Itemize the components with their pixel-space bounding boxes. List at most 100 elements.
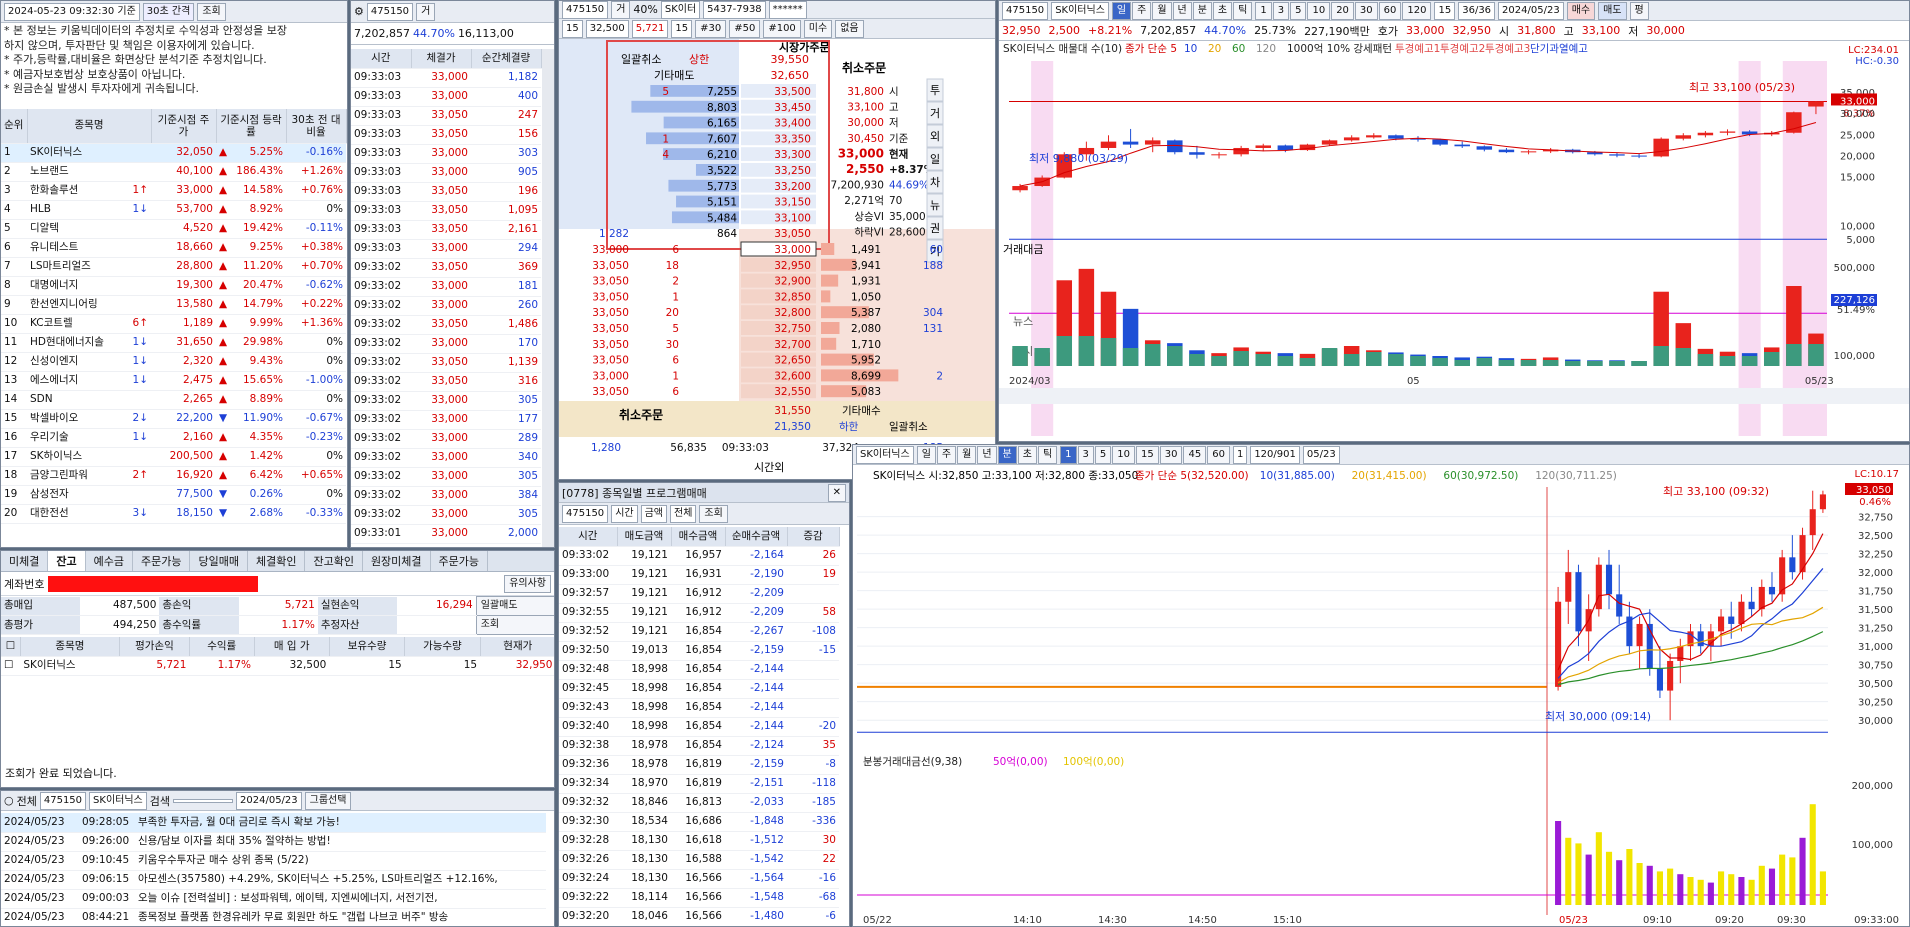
rank-row[interactable]: 3 한화솔루션 ↑ 1 33,000 ▲ 14.58% +0.76% — [1, 181, 346, 201]
period-button[interactable]: 초 — [1017, 445, 1037, 464]
side-tab-label[interactable]: 일 — [930, 152, 940, 166]
col-eval-pl[interactable]: 평가손익 — [119, 637, 190, 657]
trade-row[interactable]: 09:33:02 33,000 305 — [351, 505, 541, 525]
news-name-field[interactable]: SK이터닉스 — [89, 791, 147, 810]
trades-tag[interactable]: 거 — [416, 2, 436, 21]
program-row[interactable]: 09:32:40 18,998 16,854 -2,144 -20 — [559, 717, 839, 737]
period-button[interactable]: 년 — [1172, 1, 1192, 20]
num-button[interactable]: 10 — [1307, 1, 1331, 20]
program-row[interactable]: 09:32:50 19,013 16,854 -2,159 -15 — [559, 641, 839, 661]
sell-button[interactable]: 매도 — [1598, 1, 1627, 20]
num-button[interactable]: 5 — [1094, 445, 1112, 464]
cancel-buy-button[interactable]: 일괄취소 — [889, 420, 928, 433]
news-row[interactable]: 2024/05/23 09:06:15 아모센스(357580) +4.29%, S… — [1, 870, 546, 890]
period-button[interactable]: 초 — [1212, 1, 1233, 20]
col-diff[interactable]: 30초 전 대비율 — [286, 109, 347, 144]
rank-stock-name[interactable]: 삼성전자 — [30, 488, 69, 500]
period-button[interactable]: 틱 — [1037, 445, 1058, 464]
account-number-masked[interactable] — [48, 575, 259, 592]
rank-row[interactable]: 17 SK하이닉스 200,500 ▲ 1.42% 0% — [1, 447, 346, 467]
flat-button[interactable]: 평 — [1629, 1, 1649, 20]
rank-stock-name[interactable]: 에스에너지 — [30, 374, 78, 386]
num-button[interactable]: 120 — [1402, 1, 1432, 20]
num-button[interactable]: 3 — [1077, 445, 1094, 464]
rank-stock[interactable]: 대명에너지 — [27, 276, 151, 296]
rank-stock[interactable]: 한화솔루션 ↑ 1 — [27, 181, 151, 201]
period-button[interactable]: 일 — [916, 445, 936, 464]
daily-code-input[interactable]: 475150 — [1002, 1, 1049, 20]
rank-row[interactable]: 16 우리기술 ↓ 1 2,160 ▲ 4.35% -0.23% — [1, 428, 346, 448]
period-button[interactable]: 월 — [957, 445, 977, 464]
program-mode-time[interactable]: 시간 — [611, 504, 638, 523]
account-query-button[interactable]: 조회 — [475, 615, 554, 635]
news-date-input[interactable]: 2024/05/23 — [236, 791, 302, 810]
news-row[interactable]: 2024/05/23 09:26:00 신용/담보 이자를 최대 35% 절약하는 … — [1, 832, 546, 852]
program-row[interactable]: 09:33:02 19,121 16,957 -2,164 26 — [559, 546, 839, 566]
rank-stock[interactable]: 노브랜드 — [27, 162, 151, 182]
close-icon[interactable]: ✕ — [827, 483, 846, 502]
rank-row[interactable]: 19 삼성전자 77,500 ▼ 0.26% 0% — [1, 485, 346, 505]
program-row[interactable]: 09:32:30 18,534 16,686 -1,848 -336 — [559, 812, 839, 832]
rank-stock-name[interactable]: 박셀바이오 — [30, 412, 78, 424]
rank-row[interactable]: 1 SK이터닉스 32,050 ▲ 5.25% -0.16% — [1, 143, 346, 163]
side-tab-label[interactable]: 권 — [930, 222, 940, 235]
trade-row[interactable]: 09:33:02 33,000 170 — [351, 334, 541, 354]
news-filter-all[interactable]: 전체 — [17, 793, 37, 809]
rank-stock[interactable]: SK하이닉스 — [27, 447, 151, 467]
rank-stock-name[interactable]: 신성이엔지 — [30, 355, 78, 367]
orderbook-tag[interactable]: 거 — [611, 1, 631, 19]
select-all-checkbox[interactable]: ☐ — [1, 637, 21, 657]
trade-row[interactable]: 09:33:03 33,000 1,182 — [351, 68, 541, 88]
trade-row[interactable]: 09:33:03 33,000 303 — [351, 144, 541, 164]
sell-all-button[interactable]: 일괄매도 — [475, 596, 554, 616]
num-button[interactable]: 1 — [1255, 1, 1272, 20]
period-button[interactable]: 년 — [977, 445, 997, 464]
trade-row[interactable]: 09:33:02 33,000 384 — [351, 486, 541, 506]
num-button[interactable]: 3 — [1272, 1, 1290, 20]
col-avail-qty[interactable]: 가능수량 — [404, 637, 481, 657]
num-button[interactable]: 30 — [1354, 1, 1378, 20]
trades-code-input[interactable]: 475150 — [366, 2, 414, 21]
num-button[interactable]: 1 — [1060, 445, 1077, 464]
account-tab[interactable]: 원장미체결 — [363, 551, 431, 571]
trade-row[interactable]: 09:33:02 33,050 316 — [351, 372, 541, 392]
daily-date[interactable]: 2024/05/23 — [1498, 1, 1564, 20]
minute-date[interactable]: 05/23 — [1302, 445, 1340, 464]
news-title[interactable]: 아모센스(357580) +4.29%, SK이터닉스 +5.25%, LS마트… — [135, 870, 546, 890]
news-title[interactable]: 키움우수투자군 매수 상위 종목 (5/22) — [135, 851, 546, 871]
news-title[interactable]: 부족한 투자금, 월 0대 금리로 즉시 확보 가능! — [135, 813, 546, 833]
period-button[interactable]: 주 — [936, 445, 957, 464]
program-query-button[interactable]: 조회 — [699, 504, 728, 523]
qty-30-button[interactable]: #30 — [695, 19, 727, 38]
rank-interval-select[interactable]: 30초 간격 — [142, 2, 195, 21]
news-title[interactable]: 종목정보 플랫폼 한경유레카 무료 회원만 하도 "갭럽 나브코 버주" 방송 — [135, 908, 546, 926]
program-mode-all[interactable]: 전체 — [670, 504, 697, 523]
news-code-input[interactable]: 475150 — [39, 791, 87, 810]
num-button[interactable]: 30 — [1159, 445, 1183, 464]
trade-row[interactable]: 09:33:03 33,050 156 — [351, 125, 541, 145]
col-time[interactable]: 시간 — [559, 527, 618, 547]
col-buy-price[interactable]: 매 입 가 — [254, 637, 330, 657]
rank-row[interactable]: 10 KC코트렐 ↑ 6 1,189 ▲ 9.99% +1.36% — [1, 314, 346, 334]
trade-row[interactable]: 09:33:02 33,000 260 — [351, 296, 541, 316]
rank-stock[interactable]: LS마트리얼즈 — [27, 257, 151, 277]
daily-page[interactable]: 36/36 — [1458, 1, 1496, 20]
rank-row[interactable]: 18 금양그린파워 ↑ 2 16,920 ▲ 6.42% +0.65% — [1, 466, 346, 486]
program-row[interactable]: 09:33:00 19,121 16,931 -2,190 19 — [559, 565, 839, 585]
trade-row[interactable]: 09:33:03 33,050 247 — [351, 106, 541, 126]
account-tab[interactable]: 예수금 — [86, 551, 133, 571]
rank-row[interactable]: 11 HD현대에너지솔 ↓ 1 31,650 ▲ 29.98% 0% — [1, 333, 346, 353]
rank-stock[interactable]: 삼성전자 — [27, 485, 151, 505]
rank-row[interactable]: 14 SDN 2,265 ▲ 8.89% 0% — [1, 390, 346, 410]
orderbook-acct[interactable]: 5437-7938 — [703, 1, 766, 19]
rank-stock-name[interactable]: HD현대에너지솔 — [30, 336, 104, 348]
trade-row[interactable]: 09:33:02 33,000 305 — [351, 391, 541, 411]
trade-row[interactable]: 09:33:01 33,000 2,000 — [351, 524, 541, 544]
order-price-input[interactable]: 32,500 — [585, 19, 629, 38]
rank-stock-name[interactable]: 디알텍 — [30, 222, 59, 234]
rank-row[interactable]: 2 노브랜드 40,100 ▲ 186.43% +1.26% — [1, 162, 346, 182]
news-row[interactable]: 2024/05/23 09:28:05 부족한 투자금, 월 0대 금리로 즉시 확… — [1, 813, 546, 833]
rank-stock[interactable]: HD현대에너지솔 ↓ 1 — [27, 333, 151, 353]
trade-row[interactable]: 09:33:02 33,000 177 — [351, 410, 541, 430]
option-select[interactable]: 없음 — [835, 19, 864, 38]
